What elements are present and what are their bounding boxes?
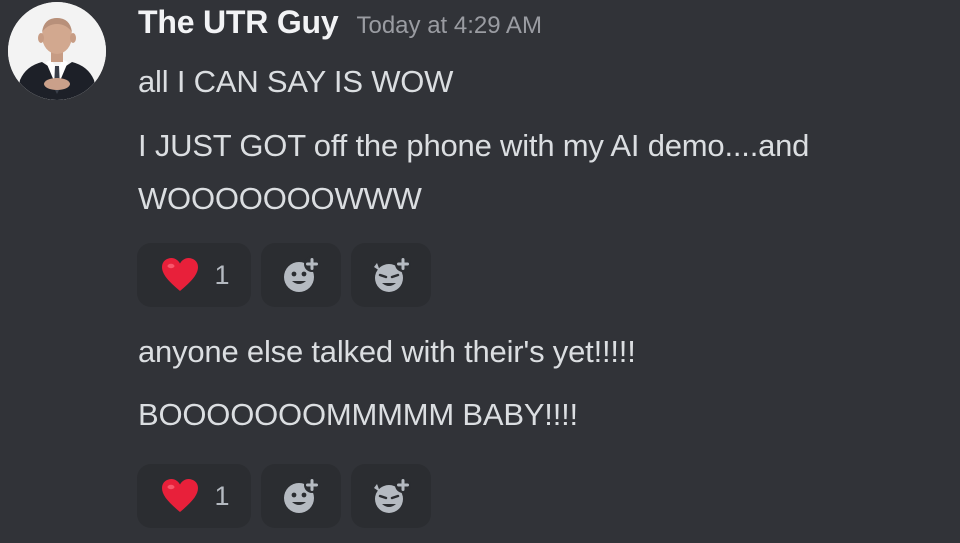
- add-reaction-button[interactable]: [261, 464, 341, 528]
- add-reaction-icon: [284, 477, 320, 513]
- add-super-reaction-icon: [374, 256, 411, 292]
- add-super-reaction-icon: [374, 477, 411, 513]
- message-line: all I CAN SAY IS WOW: [138, 64, 454, 99]
- username[interactable]: The UTR Guy: [138, 4, 339, 41]
- reaction-count: 1: [214, 480, 230, 511]
- timestamp[interactable]: Today at 4:29 AM: [356, 12, 541, 40]
- message-line: WOOOOOOOWWW: [138, 181, 422, 216]
- reaction-bar: 1: [137, 464, 431, 528]
- add-super-reaction-button[interactable]: [351, 464, 431, 528]
- man-in-suit-avatar-icon: [8, 2, 106, 100]
- reaction-bar: 1: [137, 243, 431, 307]
- heart-emoji-icon: [162, 479, 199, 512]
- add-super-reaction-button[interactable]: [351, 243, 431, 307]
- avatar[interactable]: [8, 2, 106, 100]
- message-line: BOOOOOOOMMMMM BABY!!!!: [138, 397, 578, 432]
- message-line: anyone else talked with their's yet!!!!!: [138, 334, 636, 369]
- heart-emoji-icon: [162, 258, 199, 291]
- add-reaction-button[interactable]: [261, 243, 341, 307]
- message-header: The UTR Guy Today at 4:29 AM: [138, 4, 542, 48]
- reaction-count: 1: [214, 259, 230, 290]
- heart-reaction[interactable]: 1: [137, 243, 251, 307]
- message-line: I JUST GOT off the phone with my AI demo…: [138, 128, 810, 163]
- add-reaction-icon: [284, 256, 320, 292]
- heart-reaction[interactable]: 1: [137, 464, 251, 528]
